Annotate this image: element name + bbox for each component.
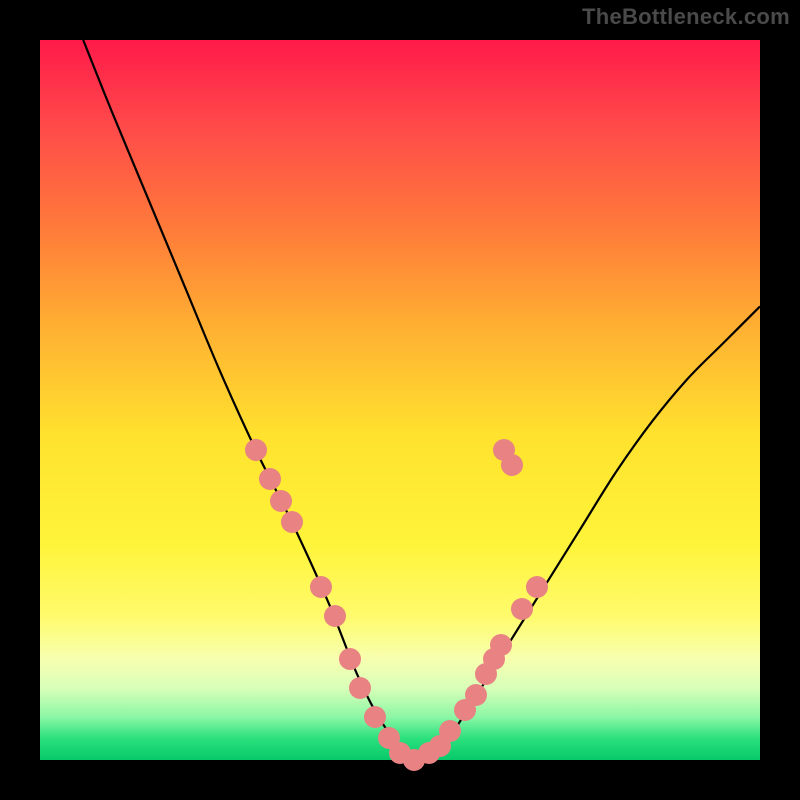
- highlight-point: [526, 576, 548, 598]
- highlight-point: [439, 720, 461, 742]
- highlight-point: [310, 576, 332, 598]
- highlight-point: [281, 511, 303, 533]
- highlight-point: [511, 598, 533, 620]
- plot-area: [40, 40, 760, 760]
- highlight-point: [245, 439, 267, 461]
- highlight-point: [501, 454, 523, 476]
- highlight-point: [259, 468, 281, 490]
- highlight-point: [339, 648, 361, 670]
- chart-stage: TheBottleneck.com: [0, 0, 800, 800]
- curve-svg: [40, 40, 760, 760]
- watermark-text: TheBottleneck.com: [582, 6, 790, 28]
- highlight-point: [465, 684, 487, 706]
- highlight-point: [490, 634, 512, 656]
- highlight-point: [270, 490, 292, 512]
- highlight-point: [349, 677, 371, 699]
- bottleneck-curve: [83, 40, 760, 760]
- highlight-point: [364, 706, 386, 728]
- highlight-point: [324, 605, 346, 627]
